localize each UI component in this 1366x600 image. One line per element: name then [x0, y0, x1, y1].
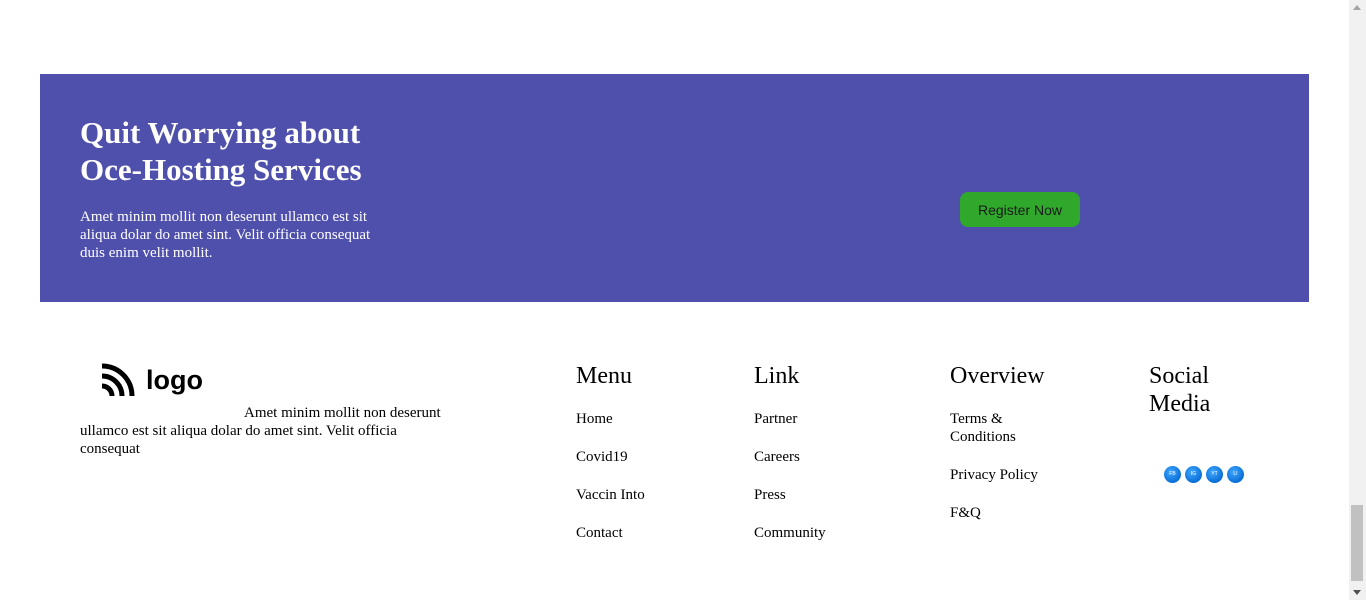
link-press[interactable]: Press: [754, 486, 826, 504]
register-now-button[interactable]: Register Now: [960, 192, 1080, 227]
vertical-scrollbar[interactable]: [1349, 0, 1366, 600]
menu-link-contact[interactable]: Contact: [576, 524, 645, 542]
overview-link-faq[interactable]: F&Q: [950, 504, 1060, 522]
footer-menu-column: Menu Home Covid19 Vaccin Into Contact: [576, 362, 656, 541]
facebook-icon[interactable]: FB: [1164, 466, 1181, 483]
link-partner[interactable]: Partner: [754, 410, 826, 428]
overview-link-terms[interactable]: Terms & Conditions: [950, 410, 1060, 446]
menu-link-covid19[interactable]: Covid19: [576, 448, 645, 466]
footer-social-column: Social Media: [1149, 362, 1249, 418]
youtube-icon[interactable]: YT: [1206, 466, 1223, 483]
social-icons: FB IG YT LI: [1164, 466, 1244, 483]
menu-heading: Menu: [576, 363, 632, 389]
instagram-icon[interactable]: IG: [1185, 466, 1202, 483]
cta-description: Amet minim mollit non deserunt ullamco e…: [80, 209, 371, 261]
overview-heading: Overview: [950, 363, 1045, 389]
scrollbar-thumb[interactable]: [1351, 505, 1363, 581]
cta-banner: Quit Worrying about Oce-Hosting Services…: [40, 74, 1309, 302]
menu-link-vaccin-into[interactable]: Vaccin Into: [576, 486, 645, 504]
scroll-down-icon[interactable]: [1353, 590, 1361, 595]
overview-link-privacy[interactable]: Privacy Policy: [950, 466, 1060, 484]
link-careers[interactable]: Careers: [754, 448, 826, 466]
rss-feed-icon: [101, 363, 135, 397]
social-heading: Social Media: [1149, 363, 1211, 417]
menu-link-home[interactable]: Home: [576, 410, 645, 428]
link-heading: Link: [754, 363, 800, 389]
footer-overview-column: Overview Terms & Conditions Privacy Poli…: [950, 362, 1060, 521]
scroll-up-icon[interactable]: [1353, 5, 1361, 10]
link-community[interactable]: Community: [754, 524, 826, 542]
cta-title: Quit Worrying about Oce-Hosting Services: [80, 115, 362, 187]
footer-logo[interactable]: logo: [100, 362, 203, 398]
footer-description: Amet minim mollit non deserunt ullamco e…: [80, 405, 441, 457]
linkedin-icon[interactable]: LI: [1227, 466, 1244, 483]
footer-link-column: Link Partner Careers Press Community: [754, 362, 894, 541]
logo-text: logo: [146, 365, 203, 395]
